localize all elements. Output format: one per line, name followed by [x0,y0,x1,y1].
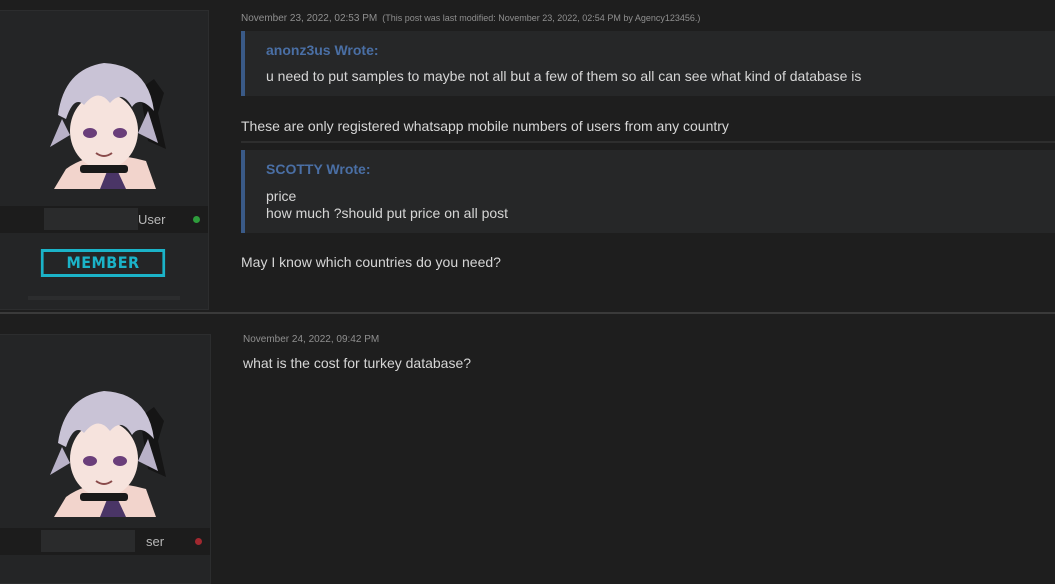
post-message: what is the cost for turkey database? [243,355,472,371]
quote-block: anonz3us Wrote: u need to put samples to… [241,31,1055,96]
user-bar: User [0,206,208,233]
usergroup-label: ser [146,534,165,549]
author-panel: ser [0,334,211,584]
rank-badge: MEMBER [40,249,166,277]
edit-note: (This post was last modified: November 2… [382,13,701,23]
avatar[interactable] [36,49,172,189]
redacted-username [44,208,138,230]
quote-text: u need to put samples to maybe not all b… [266,68,861,85]
divider [241,141,1055,143]
post-message: These are only registered whatsapp mobil… [241,118,729,134]
post-meta: November 23, 2022, 02:53 PM (This post wa… [241,13,700,24]
online-status-indicator [193,216,200,223]
user-bar: ser [0,528,210,555]
usergroup-label: User [138,212,166,227]
post-message: May I know which countries do you need? [241,254,501,270]
post: ser November 24, 2022, 09:42 PM what is … [0,316,1055,584]
post-separator [0,312,1055,314]
quote-author[interactable]: anonz3us Wrote: [266,42,379,58]
quote-line: how much ?should put price on all post [266,205,509,221]
quote-author[interactable]: SCOTTY Wrote: [266,161,371,177]
author-panel: User MEMBER [0,10,209,310]
post: User MEMBER November 23, 2022, 02:53 PM (… [0,0,1055,312]
avatar[interactable] [36,377,172,517]
post-timestamp[interactable]: November 23, 2022, 02:53 PM [241,13,377,24]
post-meta: November 24, 2022, 09:42 PM [243,334,379,345]
offline-status-indicator [195,538,202,545]
quote-line: u need to put samples to maybe not all b… [266,68,862,84]
quote-line: price [266,188,297,204]
quote-text: price how much ?should put price on all … [266,188,508,222]
divider [28,296,180,300]
quote-block: SCOTTY Wrote: price how much ?should put… [241,150,1055,233]
post-timestamp[interactable]: November 24, 2022, 09:42 PM [243,334,379,345]
redacted-username [41,530,135,552]
